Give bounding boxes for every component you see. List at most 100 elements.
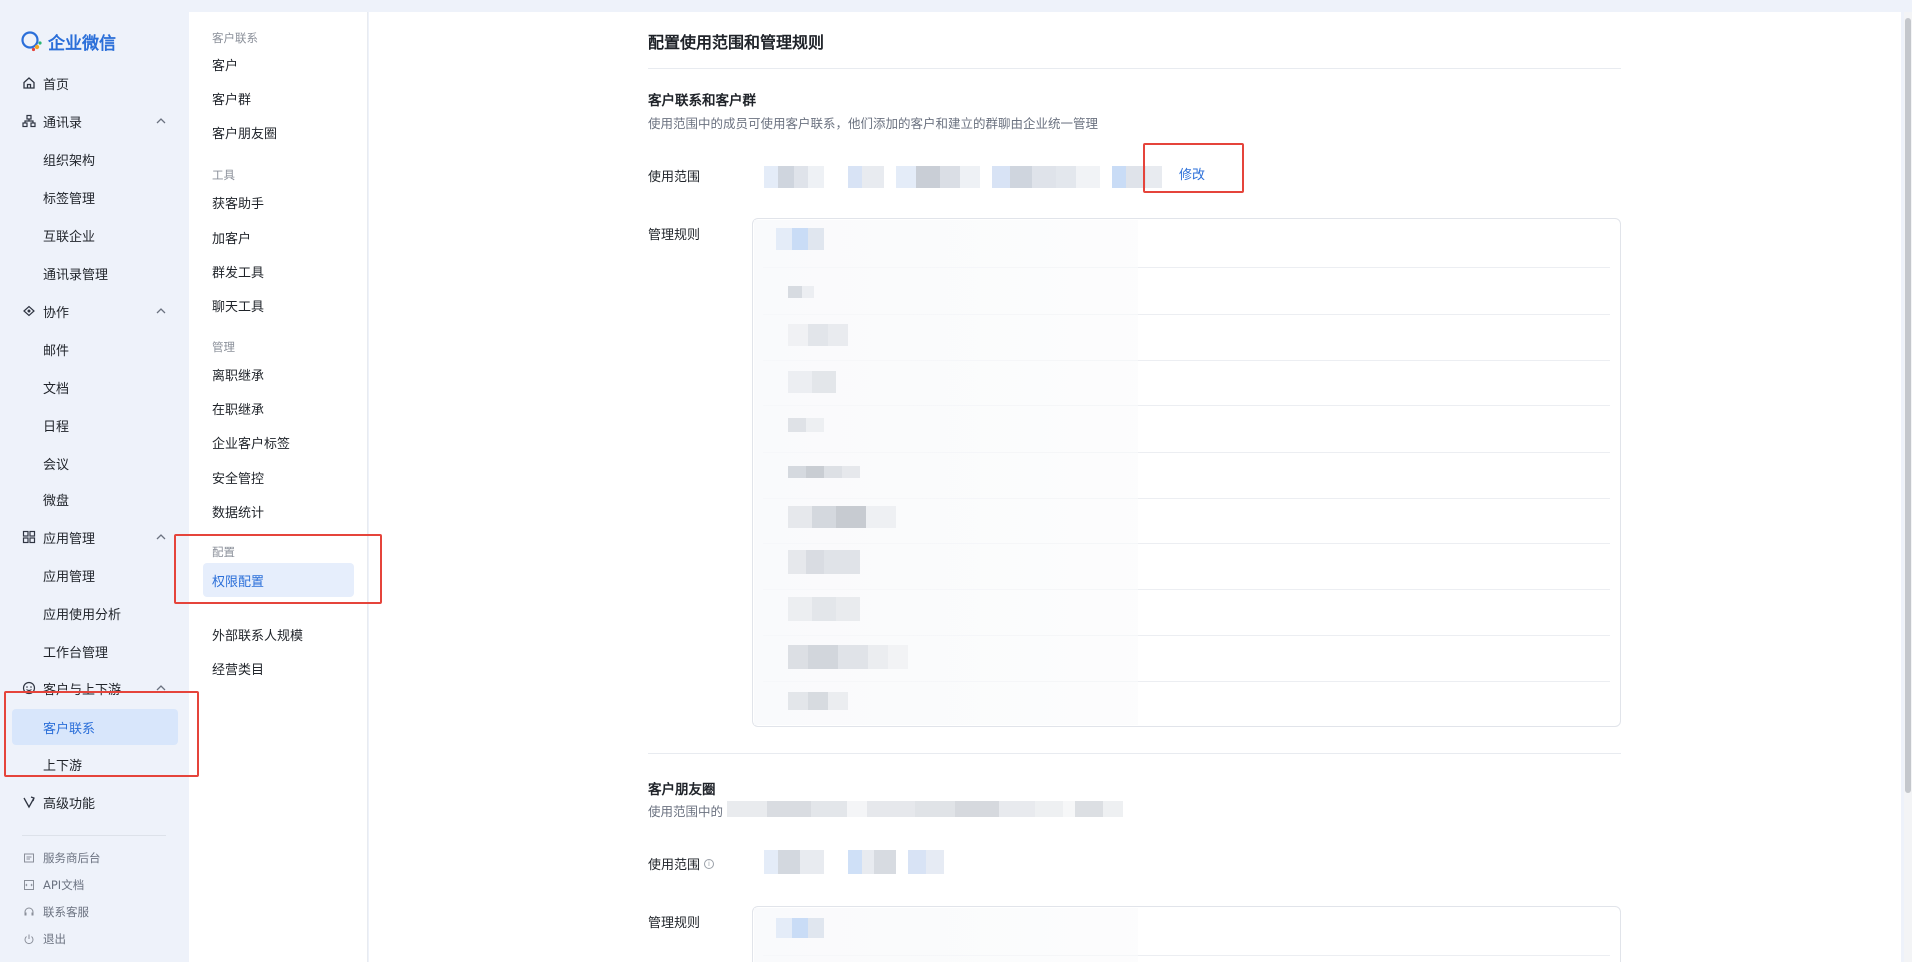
sub-item-business-category[interactable]: 经营类目 bbox=[212, 659, 264, 678]
highlight-box-customer-contact bbox=[4, 691, 199, 777]
app-logo[interactable]: 企业微信 bbox=[20, 29, 116, 54]
info-icon[interactable]: i bbox=[704, 858, 715, 869]
app-logo-text: 企业微信 bbox=[48, 33, 116, 54]
nav-workbench-management-label: 工作台管理 bbox=[43, 645, 109, 661]
footer-logout-label: 退出 bbox=[43, 932, 66, 946]
rule-item bbox=[788, 324, 848, 346]
sub-item-customer-groups[interactable]: 客户群 bbox=[212, 89, 251, 108]
nav-docs-label: 文档 bbox=[43, 381, 70, 397]
moments-scope-label-text: 使用范围 bbox=[648, 858, 701, 873]
sub-item-mass-messaging[interactable]: 群发工具 bbox=[212, 262, 264, 281]
nav-workbench-management[interactable]: 工作台管理 bbox=[0, 632, 189, 670]
nav-connected-enterprises-label: 互联企业 bbox=[43, 229, 96, 245]
nav-tag-management[interactable]: 标签管理 bbox=[0, 178, 189, 216]
section-title-contact-groups: 客户联系和客户群 bbox=[648, 93, 756, 109]
sub-item-onjob-transfer[interactable]: 在职继承 bbox=[212, 399, 264, 418]
rules-label: 管理规则 bbox=[648, 228, 701, 243]
nav-schedule[interactable]: 日程 bbox=[0, 406, 189, 444]
scrollbar-thumb[interactable] bbox=[1905, 18, 1911, 793]
footer-api-docs[interactable]: API文档 bbox=[0, 872, 189, 898]
moments-scope-label: 使用范围 i bbox=[648, 854, 715, 873]
sub-item-chat-tools[interactable]: 聊天工具 bbox=[212, 296, 264, 315]
rule-item bbox=[788, 418, 824, 432]
nav-advanced-features-label: 高级功能 bbox=[43, 796, 96, 812]
nav-drive[interactable]: 微盘 bbox=[0, 480, 189, 518]
nav-org-structure-label: 组织架构 bbox=[43, 153, 96, 169]
scope-value-4[interactable] bbox=[992, 166, 1100, 188]
nav-meeting[interactable]: 会议 bbox=[0, 444, 189, 482]
moments-rules-label: 管理规则 bbox=[648, 916, 701, 931]
moments-scope-value-2[interactable] bbox=[848, 850, 896, 874]
sub-item-add-customer[interactable]: 加客户 bbox=[212, 228, 251, 247]
rule-item bbox=[788, 597, 860, 621]
section-title-customer-moments: 客户朋友圈 bbox=[648, 782, 716, 798]
moments-rules-header-value bbox=[776, 918, 824, 938]
nav-app-management-group[interactable]: 应用管理 bbox=[0, 518, 189, 556]
nav-home-label: 首页 bbox=[43, 77, 70, 93]
home-icon bbox=[21, 75, 37, 91]
nav-contacts-management[interactable]: 通讯录管理 bbox=[0, 254, 189, 292]
chevron-up-icon[interactable] bbox=[154, 530, 168, 544]
nav-contacts-label: 通讯录 bbox=[43, 115, 83, 131]
nav-meeting-label: 会议 bbox=[43, 457, 70, 473]
sub-item-resigned-transfer[interactable]: 离职继承 bbox=[212, 365, 264, 384]
scope-value-1[interactable] bbox=[764, 166, 824, 188]
sub-group-management: 管理 bbox=[212, 340, 235, 354]
api-icon bbox=[22, 879, 35, 892]
rule-item bbox=[788, 466, 860, 478]
section-divider bbox=[648, 753, 1621, 754]
secondary-sidebar: 客户联系 客户 客户群 客户朋友圈 工具 获客助手 加客户 群发工具 聊天工具 … bbox=[189, 12, 368, 962]
wecom-logo-icon bbox=[21, 31, 42, 52]
nav-app-management[interactable]: 应用管理 bbox=[0, 556, 189, 594]
power-icon bbox=[22, 933, 35, 946]
nav-advanced-features[interactable]: 高级功能 bbox=[0, 783, 189, 821]
rules-header-value bbox=[776, 228, 824, 250]
sub-item-statistics[interactable]: 数据统计 bbox=[212, 502, 264, 521]
grid-icon bbox=[21, 529, 37, 545]
nav-app-management-label: 应用管理 bbox=[43, 569, 96, 585]
chevron-up-icon[interactable] bbox=[154, 114, 168, 128]
nav-mail[interactable]: 邮件 bbox=[0, 330, 189, 368]
rule-item bbox=[788, 506, 896, 528]
sub-item-security-control[interactable]: 安全管控 bbox=[212, 468, 264, 487]
nav-connected-enterprises[interactable]: 互联企业 bbox=[0, 216, 189, 254]
sub-group-customer-contact: 客户联系 bbox=[212, 31, 258, 45]
title-divider bbox=[648, 68, 1621, 69]
footer-contact-support[interactable]: 联系客服 bbox=[0, 899, 189, 925]
sub-item-external-contact-scale[interactable]: 外部联系人规模 bbox=[212, 625, 303, 644]
nav-collaboration[interactable]: 协作 bbox=[0, 292, 189, 330]
nav-collaboration-label: 协作 bbox=[43, 305, 70, 321]
sub-group-tools: 工具 bbox=[212, 168, 235, 182]
provider-icon bbox=[22, 852, 35, 865]
nav-app-usage-analysis-label: 应用使用分析 bbox=[43, 607, 122, 623]
scope-value-2[interactable] bbox=[848, 166, 884, 188]
footer-provider-backend[interactable]: 服务商后台 bbox=[0, 845, 189, 871]
nav-contacts[interactable]: 通讯录 bbox=[0, 102, 189, 140]
nav-org-structure[interactable]: 组织架构 bbox=[0, 140, 189, 178]
moments-scope-value-3[interactable] bbox=[908, 850, 944, 874]
rule-item bbox=[788, 645, 908, 669]
advanced-icon bbox=[21, 794, 37, 810]
page-title: 配置使用范围和管理规则 bbox=[648, 33, 825, 52]
sub-item-customer-moments[interactable]: 客户朋友圈 bbox=[212, 123, 277, 142]
footer-logout[interactable]: 退出 bbox=[0, 926, 189, 952]
highlight-box-edit-link bbox=[1143, 143, 1244, 193]
chevron-up-icon[interactable] bbox=[154, 304, 168, 318]
nav-docs[interactable]: 文档 bbox=[0, 368, 189, 406]
moments-scope-value-1[interactable] bbox=[764, 850, 824, 874]
section-desc-blurred bbox=[727, 801, 1123, 817]
nav-home[interactable]: 首页 bbox=[0, 64, 189, 102]
scope-value-3[interactable] bbox=[896, 166, 980, 188]
sub-item-customers[interactable]: 客户 bbox=[212, 55, 238, 74]
sidebar-divider bbox=[22, 835, 166, 836]
nav-contacts-management-label: 通讯录管理 bbox=[43, 267, 109, 283]
vertical-scrollbar[interactable] bbox=[1904, 12, 1912, 962]
sub-item-customer-tags[interactable]: 企业客户标签 bbox=[212, 433, 290, 452]
footer-api-docs-label: API文档 bbox=[43, 878, 85, 892]
nav-app-usage-analysis[interactable]: 应用使用分析 bbox=[0, 594, 189, 632]
sub-item-acquisition-assistant[interactable]: 获客助手 bbox=[212, 193, 264, 212]
section-desc-contact-groups: 使用范围中的成员可使用客户联系，他们添加的客户和建立的群聊由企业统一管理 bbox=[648, 116, 1099, 131]
nav-schedule-label: 日程 bbox=[43, 419, 70, 435]
footer-provider-backend-label: 服务商后台 bbox=[43, 851, 101, 865]
collaboration-icon bbox=[21, 303, 37, 319]
